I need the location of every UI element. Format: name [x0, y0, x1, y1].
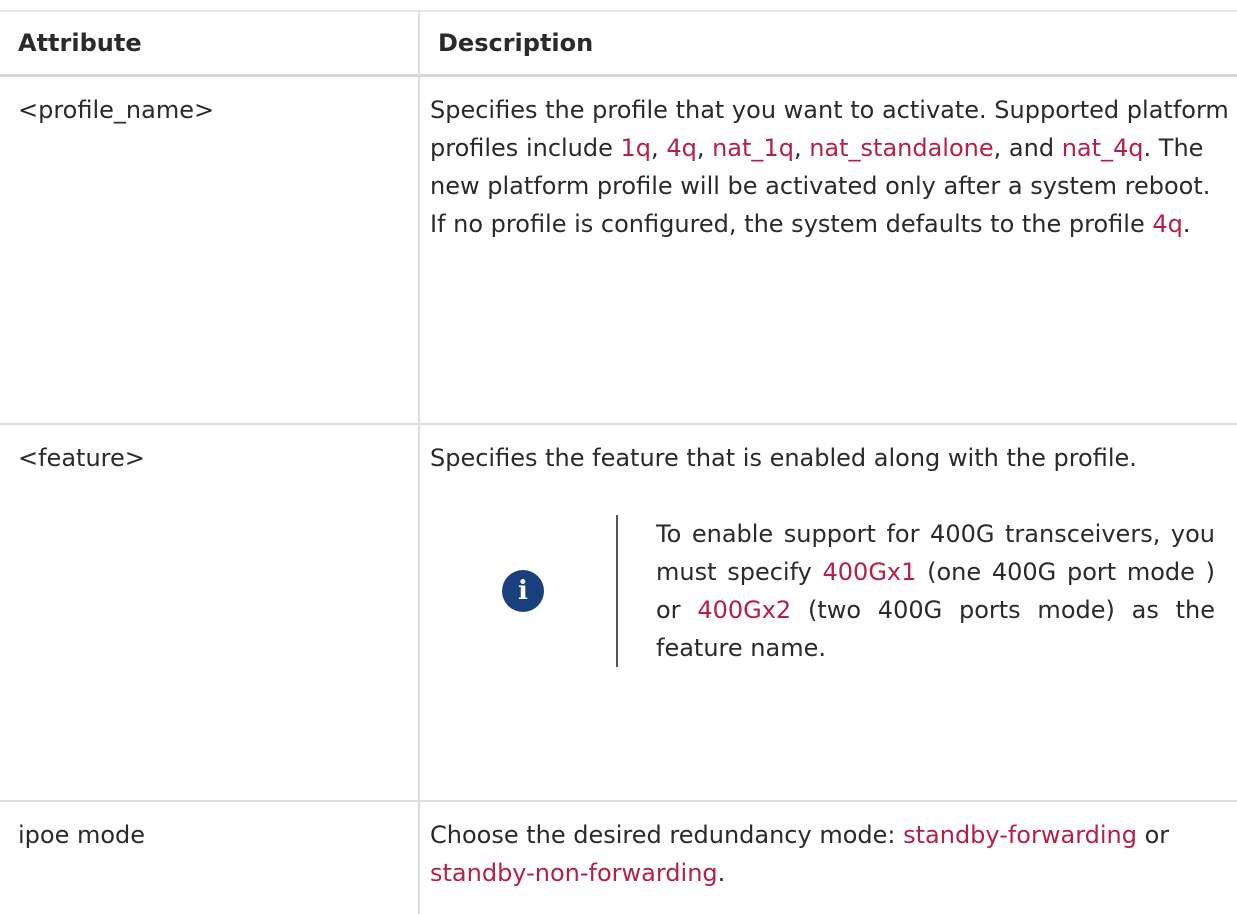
code-standby-non-forwarding: standby-non-forwarding	[430, 859, 718, 887]
desc-text: ,	[696, 134, 713, 162]
header-description: Description	[418, 10, 1237, 77]
desc-text: .	[1182, 210, 1191, 238]
attribute-cell: <profile_name>	[0, 74, 420, 425]
desc-text: or	[1136, 821, 1170, 849]
table-row: ipoe mode Choose the desired redundancy …	[0, 800, 1237, 914]
attribute-cell: ipoe mode	[0, 800, 420, 914]
attribute-cell: <feature>	[0, 423, 420, 802]
code-nat-4q: nat_4q	[1061, 134, 1144, 162]
header-attribute: Attribute	[0, 10, 420, 77]
code-nat-standalone: nat_standalone	[809, 134, 994, 162]
code-1q: 1q	[620, 134, 652, 162]
code-default-4q: 4q	[1152, 210, 1183, 238]
note-admonition: i To enable support for 400G transceiver…	[430, 515, 1215, 667]
table-header-row: Attribute Description	[0, 10, 1237, 77]
description-cell: Specifies the profile that you want to a…	[418, 74, 1237, 425]
desc-text: ,	[793, 134, 810, 162]
desc-text: , and	[993, 134, 1062, 162]
attribute-table: Attribute Description <profile_name> Spe…	[0, 10, 1237, 914]
desc-text: Choose the desired redundancy mode:	[430, 821, 904, 849]
desc-text: ,	[651, 134, 667, 162]
code-standby-forwarding: standby-forwarding	[903, 821, 1137, 849]
code-400gx1: 400Gx1	[822, 558, 917, 586]
note-text: To enable support for 400G transceivers,…	[618, 515, 1215, 667]
note-icon-cell: i	[430, 515, 618, 667]
table-row: <profile_name> Specifies the profile tha…	[0, 74, 1237, 425]
info-icon: i	[502, 570, 544, 612]
code-nat-1q: nat_1q	[712, 134, 794, 162]
code-400gx2: 400Gx2	[697, 596, 792, 624]
desc-text: .	[717, 859, 726, 887]
desc-text: Specifies the feature that is enabled al…	[430, 444, 1137, 472]
description-cell: Specifies the feature that is enabled al…	[418, 423, 1237, 802]
table-row: <feature> Specifies the feature that is …	[0, 423, 1237, 802]
code-4q: 4q	[666, 134, 697, 162]
description-cell: Choose the desired redundancy mode: stan…	[418, 800, 1237, 914]
